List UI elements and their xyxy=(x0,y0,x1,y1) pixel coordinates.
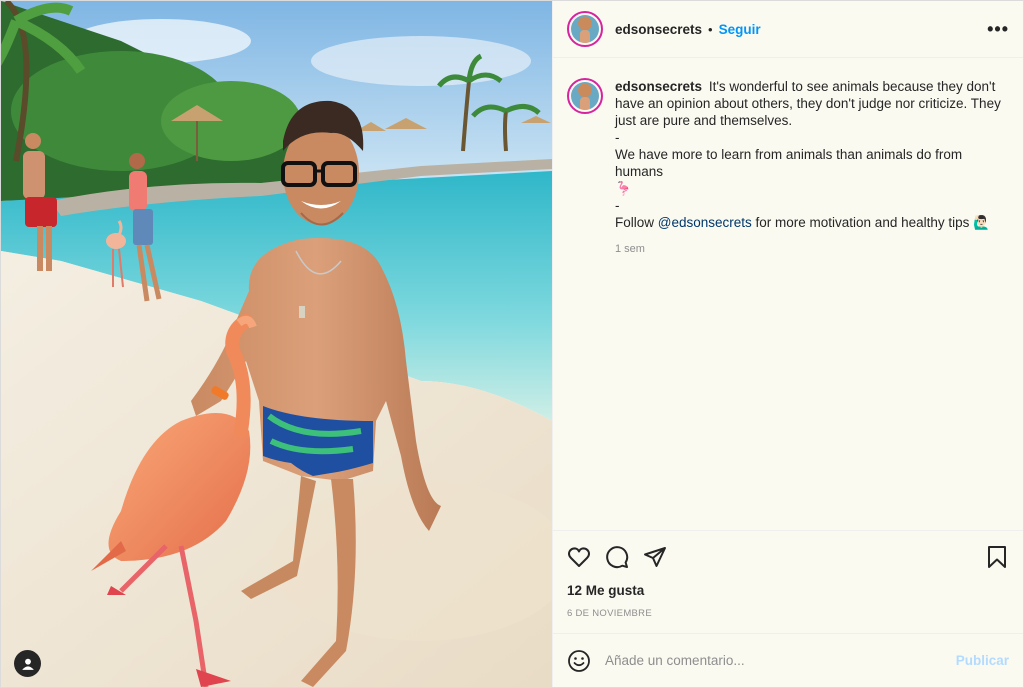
username-link[interactable]: edsonsecrets xyxy=(615,22,702,37)
emoji-icon[interactable] xyxy=(567,649,591,673)
comment-input[interactable] xyxy=(605,653,956,668)
likes-count[interactable]: 12 Me gusta xyxy=(567,583,1009,598)
caption-line-2: - xyxy=(615,130,620,145)
comment-icon[interactable] xyxy=(605,545,629,569)
caption-username[interactable]: edsonsecrets xyxy=(615,79,702,94)
share-icon[interactable] xyxy=(643,545,667,569)
comment-form: Publicar xyxy=(553,633,1023,687)
heart-icon[interactable] xyxy=(567,545,591,569)
post-header: edsonsecrets • Seguir ••• xyxy=(553,1,1023,58)
person-emoji: 🙋🏻‍♂️ xyxy=(973,215,990,230)
caption-area: edsonsecrets It's wonderful to see anima… xyxy=(553,58,1023,530)
caption: edsonsecrets It's wonderful to see anima… xyxy=(567,78,1009,255)
caption-line-3: We have more to learn from animals than … xyxy=(615,147,963,179)
caption-time[interactable]: 1 sem xyxy=(615,243,1009,255)
publish-button[interactable]: Publicar xyxy=(956,653,1009,668)
mention-link[interactable]: @edsonsecrets xyxy=(658,215,752,230)
separator-dot: • xyxy=(708,21,713,37)
post-photo[interactable] xyxy=(1,1,552,687)
user-tag-button[interactable] xyxy=(14,650,41,677)
beach-photo xyxy=(1,1,552,687)
caption-line-5-prefix: Follow xyxy=(615,215,658,230)
post-date[interactable]: 6 DE NOVIEMBRE xyxy=(567,608,1009,619)
avatar[interactable] xyxy=(567,11,603,47)
flamingo-emoji: 🦩 xyxy=(615,181,632,196)
follow-button[interactable]: Seguir xyxy=(719,22,761,37)
more-options-icon[interactable]: ••• xyxy=(987,20,1009,38)
action-bar: 12 Me gusta 6 DE NOVIEMBRE xyxy=(553,530,1023,633)
user-tag-icon xyxy=(21,658,34,670)
post-side-panel: edsonsecrets • Seguir ••• edsonsecrets I… xyxy=(552,1,1023,687)
caption-avatar[interactable] xyxy=(567,78,603,114)
post-dialog: edsonsecrets • Seguir ••• edsonsecrets I… xyxy=(0,0,1024,688)
caption-text: edsonsecrets It's wonderful to see anima… xyxy=(615,78,1009,231)
action-icons xyxy=(567,533,1009,581)
bookmark-icon[interactable] xyxy=(985,545,1009,569)
caption-line-5-suffix: for more motivation and healthy tips xyxy=(751,215,970,230)
caption-line-4: - xyxy=(615,198,620,213)
